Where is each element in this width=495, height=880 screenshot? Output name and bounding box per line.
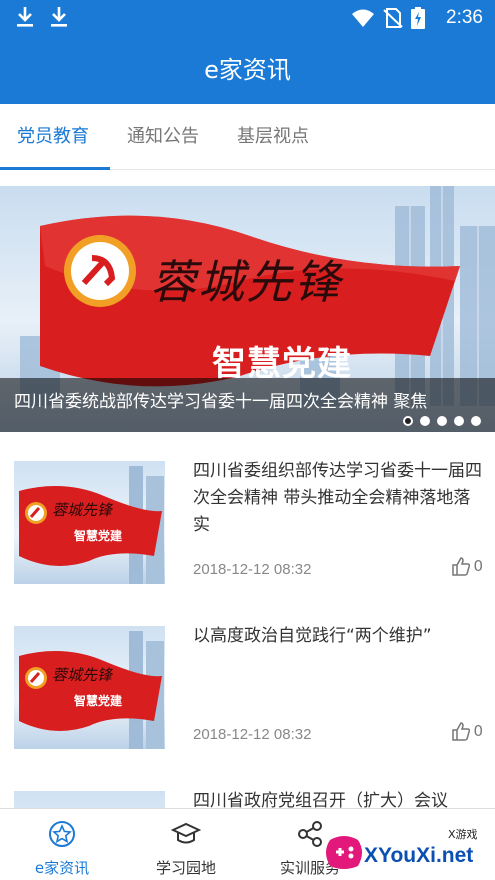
article-title[interactable]: 四川省政府党组召开（扩大）会议 xyxy=(193,788,483,808)
banner-slogan: 蓉城先锋 xyxy=(150,255,342,309)
list-item[interactable]: 蓉城先锋 智慧党建 以高度政治自觉践行“两个维护” 2018-12-12 08:… xyxy=(0,611,495,776)
article-title[interactable]: 以高度政治自觉践行“两个维护” xyxy=(193,623,483,650)
watermark-small-text: X游戏 xyxy=(448,828,478,841)
system-icons xyxy=(351,7,425,29)
no-sim-icon xyxy=(383,8,403,28)
article-title[interactable]: 四川省委组织部传达学习省委十一届四次全会精神 带头推动全会精神落地落实 xyxy=(193,458,483,539)
carousel-dot[interactable] xyxy=(471,416,481,426)
thumbs-up-icon xyxy=(452,557,471,576)
page-title: e家资讯 xyxy=(204,56,291,84)
battery-charging-icon xyxy=(411,7,425,29)
thumb-subtitle: 智慧党建 xyxy=(74,529,123,543)
carousel-dot[interactable] xyxy=(403,416,413,426)
carousel-dot[interactable] xyxy=(454,416,464,426)
banner-carousel[interactable]: 蓉城先锋 智慧党建 四川省委统战部传达学习省委十一届四次全会精神 聚焦 xyxy=(0,186,495,432)
watermark-text: XYouXi.net xyxy=(364,844,474,867)
star-badge-icon xyxy=(49,821,75,847)
tab-grassroots[interactable]: 基层视点 xyxy=(237,104,309,170)
carousel-indicator xyxy=(403,416,481,426)
status-bar: 2:36 xyxy=(0,0,495,36)
download-icon xyxy=(51,7,67,27)
wifi-icon xyxy=(352,9,374,27)
carousel-dot[interactable] xyxy=(437,416,447,426)
article-thumbnail: 蓉城先锋 智慧党建 xyxy=(14,461,165,584)
nav-label: 学习园地 xyxy=(155,859,216,877)
article-thumbnail xyxy=(14,791,165,808)
like-button[interactable]: 0 xyxy=(451,721,483,741)
tab-notices[interactable]: 通知公告 xyxy=(127,104,199,170)
thumb-subtitle: 智慧党建 xyxy=(74,694,123,708)
list-item[interactable]: 四川省政府党组召开（扩大）会议 xyxy=(0,776,495,808)
status-time: 2:36 xyxy=(446,7,483,28)
download-icon xyxy=(17,7,33,27)
like-button[interactable]: 0 xyxy=(451,556,483,576)
thumb-slogan: 蓉城先锋 xyxy=(52,666,113,684)
app-bar: e家资讯 xyxy=(0,36,495,104)
nav-item-study[interactable]: 学习园地 xyxy=(124,809,248,880)
graduation-cap-icon xyxy=(171,822,201,844)
like-count: 0 xyxy=(473,722,483,740)
article-time: 2018-12-12 08:32 xyxy=(193,726,312,743)
tab-party-education[interactable]: 党员教育 xyxy=(17,104,89,170)
gamepad-logo-icon xyxy=(326,836,362,869)
article-time: 2018-12-12 08:32 xyxy=(193,561,312,578)
list-item[interactable]: 蓉城先锋 智慧党建 四川省委组织部传达学习省委十一届四次全会精神 带头推动全会精… xyxy=(0,446,495,611)
site-watermark: X游戏 XYouXi.net xyxy=(320,814,495,880)
nav-label: e家资讯 xyxy=(34,859,90,877)
tab-bar: 党员教育 通知公告 基层视点 xyxy=(0,104,495,170)
like-count: 0 xyxy=(473,557,483,575)
carousel-dot[interactable] xyxy=(420,416,430,426)
nav-item-news[interactable]: e家资讯 xyxy=(0,809,124,880)
tab-indicator xyxy=(0,167,110,170)
thumb-slogan: 蓉城先锋 xyxy=(52,501,113,519)
thumbs-up-icon xyxy=(452,722,471,741)
article-thumbnail: 蓉城先锋 智慧党建 xyxy=(14,626,165,749)
